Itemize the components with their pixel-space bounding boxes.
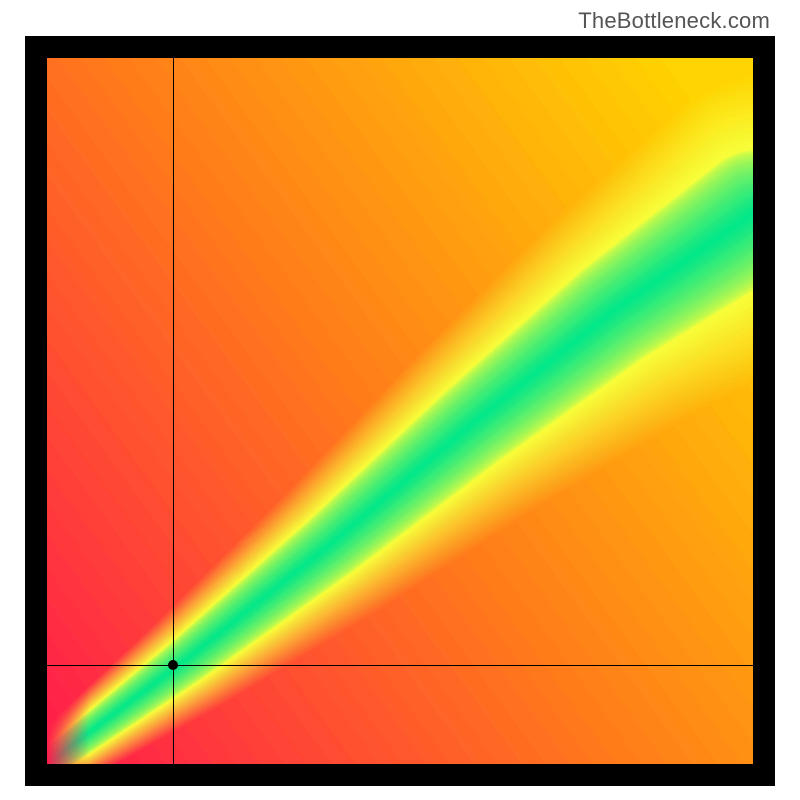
heatmap-plot	[47, 58, 753, 764]
attribution-label: TheBottleneck.com	[578, 8, 770, 34]
heatmap-canvas	[47, 58, 753, 764]
chart-frame	[25, 36, 775, 786]
